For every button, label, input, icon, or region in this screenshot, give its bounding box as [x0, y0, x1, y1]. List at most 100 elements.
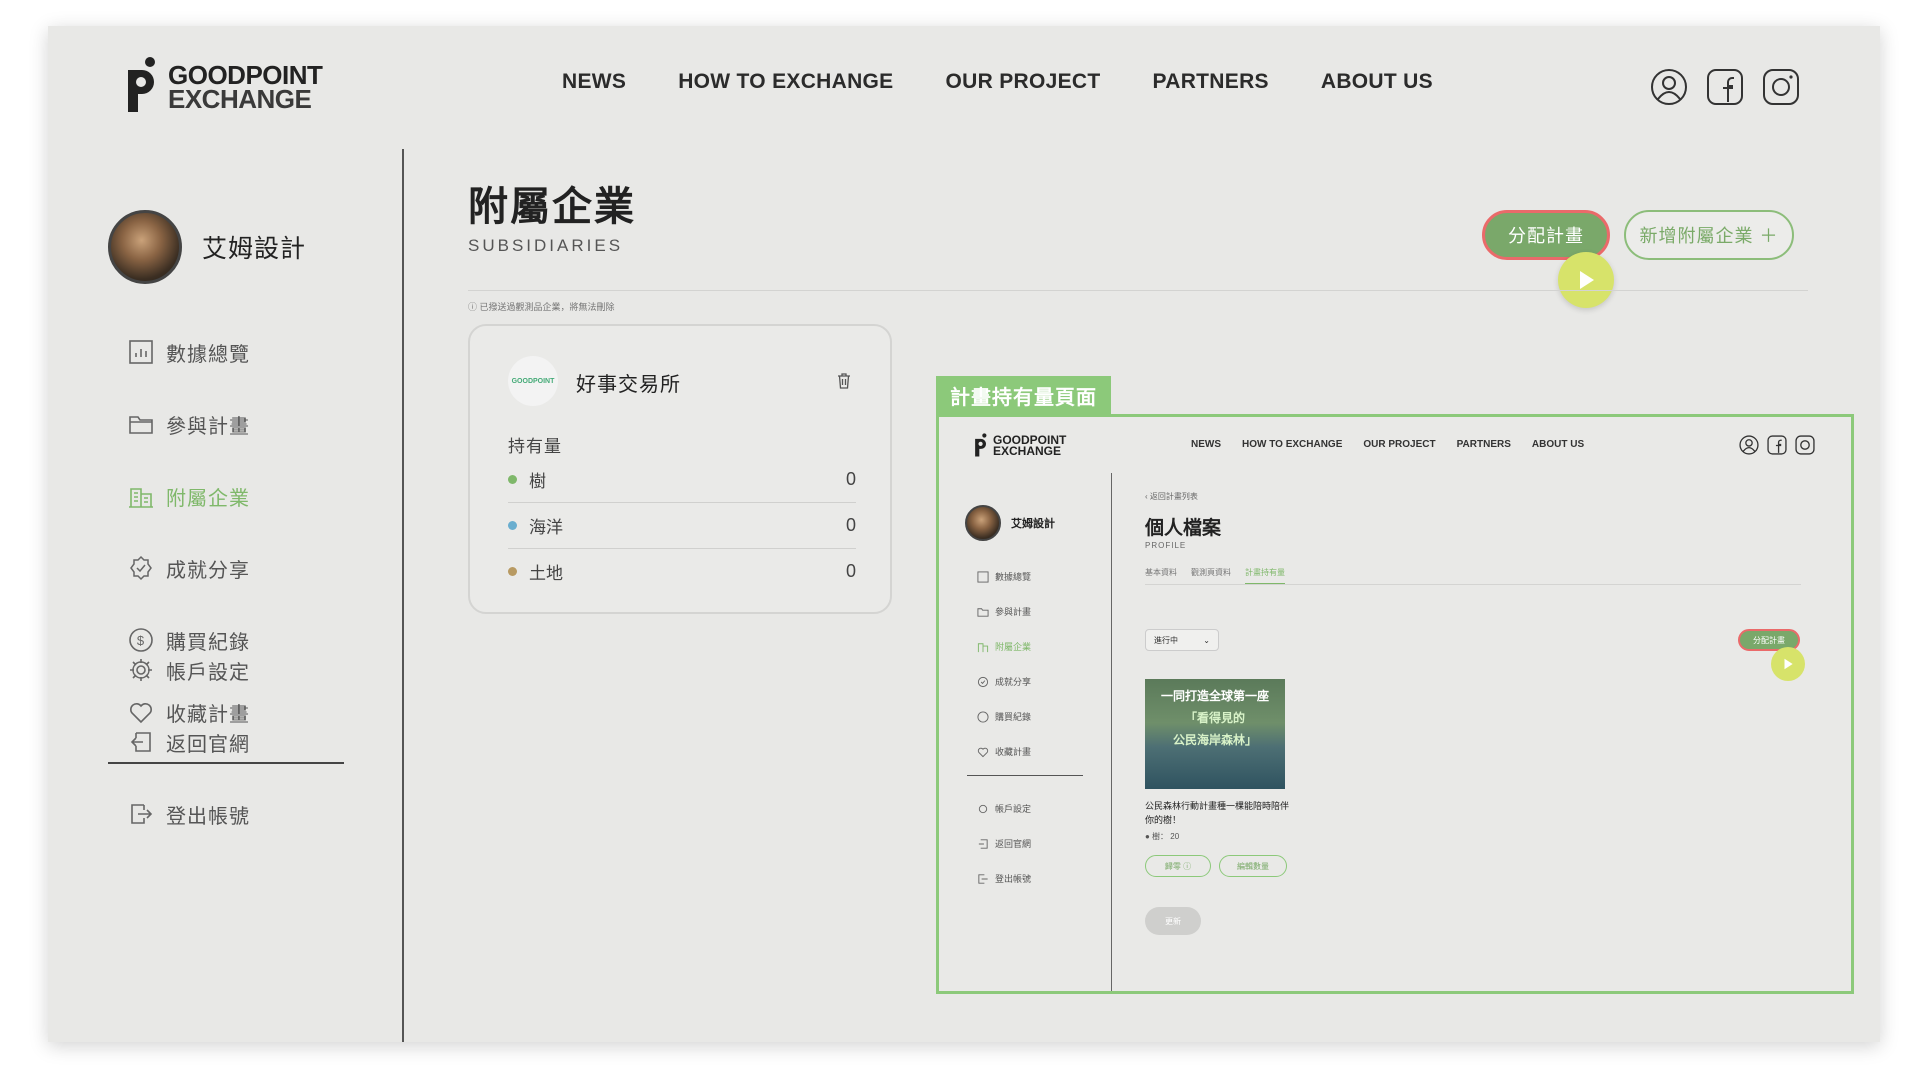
- preview-tabs: 基本資料 觀測頁資料 計畫持有量: [1145, 567, 1285, 584]
- facebook-icon: [1767, 435, 1787, 455]
- building-icon: [129, 488, 153, 508]
- project-image-line: 一同打造全球第一座: [1160, 689, 1269, 703]
- badge-icon: [977, 676, 989, 687]
- holding-row-ocean: 海洋 0: [508, 502, 856, 549]
- tree-dot-icon: [508, 474, 517, 484]
- holding-name: 土地: [529, 563, 563, 583]
- brand-line-2: EXCHANGE: [168, 84, 312, 114]
- sidebar-item-account-settings[interactable]: 帳戶設定: [128, 634, 368, 706]
- preview-sidebar-menu: 數據總覽 參與計畫 附屬企業 成就分享 購買紀錄 收藏計畫: [977, 559, 1097, 769]
- ocean-dot-icon: [508, 520, 517, 530]
- holding-row-tree: 樹 0: [508, 456, 856, 503]
- preview-update-button: 更新: [1145, 907, 1201, 935]
- preview-user-profile: 艾姆設計: [965, 505, 1055, 541]
- instagram-icon[interactable]: [1762, 68, 1800, 106]
- header-actions: [1650, 68, 1800, 106]
- gear-icon: [978, 804, 988, 813]
- user-profile: 艾姆設計: [108, 210, 306, 284]
- preview-sidebar-item: 附屬企業: [977, 629, 1097, 664]
- preview-sidebar-item: 成就分享: [977, 664, 1097, 699]
- project-image-line: 公民海岸森林」: [1172, 733, 1257, 747]
- company-name: 好事交易所: [576, 374, 681, 396]
- badge-icon: [130, 555, 152, 581]
- logout-icon: [978, 873, 988, 884]
- nav-about-us[interactable]: ABOUT US: [1321, 70, 1433, 94]
- preview-sidebar-label: 返回官網: [995, 839, 1032, 849]
- sidebar-item-label: 帳戶設定: [166, 661, 250, 684]
- company-logo: GOODPOINT: [508, 356, 558, 406]
- sidebar-item-subsidiaries[interactable]: 附屬企業: [128, 460, 368, 532]
- preview-project-image: 一同打造全球第一座 「看得見的 公民海岸森林」: [1145, 679, 1285, 789]
- preview-nav-our-project: OUR PROJECT: [1363, 439, 1436, 450]
- avatar: [108, 210, 182, 284]
- preview-edit-pill: 編輯數量: [1219, 855, 1287, 877]
- preview-page-subtitle: PROFILE: [1145, 541, 1187, 550]
- preview-brand-logo: GOODPOINT EXCHANGE: [973, 433, 1066, 459]
- brand-logo[interactable]: GOODPOINT EXCHANGE: [124, 56, 323, 118]
- holding-name: 樹: [529, 471, 546, 491]
- preview-click-indicator: [1771, 647, 1805, 681]
- preview-sidebar-item: 參與計畫: [977, 594, 1097, 629]
- preview-select-value: 進行中: [1154, 635, 1178, 645]
- preview-status-select: 進行中 ⌄: [1145, 629, 1219, 651]
- preview-header-actions: [1739, 435, 1815, 455]
- sidebar-item-achievements[interactable]: 成就分享: [128, 532, 368, 604]
- nav-our-project[interactable]: OUR PROJECT: [946, 70, 1101, 94]
- preview-tabs-divider: [1145, 584, 1801, 585]
- instagram-icon: [1795, 435, 1815, 455]
- facebook-icon[interactable]: [1706, 68, 1744, 106]
- preview-brand-name: GOODPOINT EXCHANGE: [993, 434, 1066, 458]
- preview-sidebar-item: 購買紀錄: [977, 699, 1097, 734]
- preview-nav: NEWS HOW TO EXCHANGE OUR PROJECT PARTNER…: [1191, 439, 1584, 450]
- user-icon: [1739, 435, 1759, 455]
- preview-back-link-label: 返回計畫列表: [1149, 492, 1198, 501]
- preview-user-name: 艾姆設計: [1011, 518, 1055, 530]
- preview-nav-how-to-exchange: HOW TO EXCHANGE: [1242, 439, 1343, 450]
- cursor-arrow-icon: [1784, 658, 1793, 670]
- logout-icon: [131, 804, 153, 824]
- preview-sidebar-bottom-menu: 帳戶設定 返回官網 登出帳號: [977, 791, 1097, 896]
- sidebar-border: [402, 149, 404, 1042]
- sidebar-item-label: 數據總覽: [166, 343, 250, 366]
- logo-mark-icon: [128, 57, 155, 112]
- holdings-label: 持有量: [508, 437, 562, 456]
- main-nav: NEWS HOW TO EXCHANGE OUR PROJECT PARTNER…: [562, 70, 1433, 94]
- preview-sidebar-label: 收藏計畫: [995, 747, 1032, 757]
- preview-sidebar-label: 帳戶設定: [995, 804, 1032, 814]
- preview-screenshot: GOODPOINT EXCHANGE NEWS HOW TO EXCHANGE …: [936, 414, 1854, 994]
- preview-tab-active: 計畫持有量: [1245, 567, 1285, 584]
- holding-value: 0: [845, 560, 856, 581]
- add-subsidiary-button[interactable]: 新增附屬企業 ＋: [1624, 210, 1794, 260]
- sidebar-item-logout[interactable]: 登出帳號: [128, 778, 368, 850]
- holding-name: 海洋: [529, 517, 563, 537]
- preview-sidebar-border: [1111, 473, 1112, 991]
- user-icon[interactable]: [1650, 68, 1688, 106]
- holding-value: 0: [845, 514, 856, 535]
- preview-sidebar-label: 附屬企業: [995, 642, 1032, 652]
- preview-sidebar-label: 購買紀錄: [995, 712, 1032, 722]
- preview-sidebar-label: 數據總覽: [995, 572, 1032, 582]
- preview-tab: 觀測頁資料: [1191, 568, 1231, 577]
- preview-nav-partners: PARTNERS: [1456, 439, 1511, 450]
- nav-how-to-exchange[interactable]: HOW TO EXCHANGE: [678, 70, 893, 94]
- nav-news[interactable]: NEWS: [562, 70, 626, 94]
- preview-back-link: ‹ 返回計畫列表: [1145, 491, 1198, 502]
- holding-row-land: 土地 0: [508, 548, 856, 594]
- sidebar-item-return-site[interactable]: 返回官網: [128, 706, 368, 778]
- preview-nav-news: NEWS: [1191, 439, 1221, 450]
- logo-mark-icon: [975, 433, 987, 457]
- return-icon: [130, 732, 151, 752]
- cursor-arrow-icon: [1580, 271, 1594, 289]
- preview-brand-line-2: EXCHANGE: [993, 444, 1062, 458]
- heart-icon: [977, 747, 989, 757]
- nav-partners[interactable]: PARTNERS: [1153, 70, 1269, 94]
- trash-icon[interactable]: [836, 372, 852, 395]
- sidebar-item-label: 附屬企業: [166, 487, 250, 510]
- folder-icon: [977, 607, 989, 617]
- sidebar-item-label: 返回官網: [166, 733, 250, 756]
- gear-icon: [130, 659, 152, 681]
- sidebar-item-projects[interactable]: 參與計畫: [128, 388, 368, 460]
- sidebar-bottom-menu: 帳戶設定 返回官網 登出帳號: [128, 634, 368, 850]
- sidebar-item-overview[interactable]: 數據總覽: [128, 316, 368, 388]
- project-image-line: 「看得見的: [1184, 711, 1245, 725]
